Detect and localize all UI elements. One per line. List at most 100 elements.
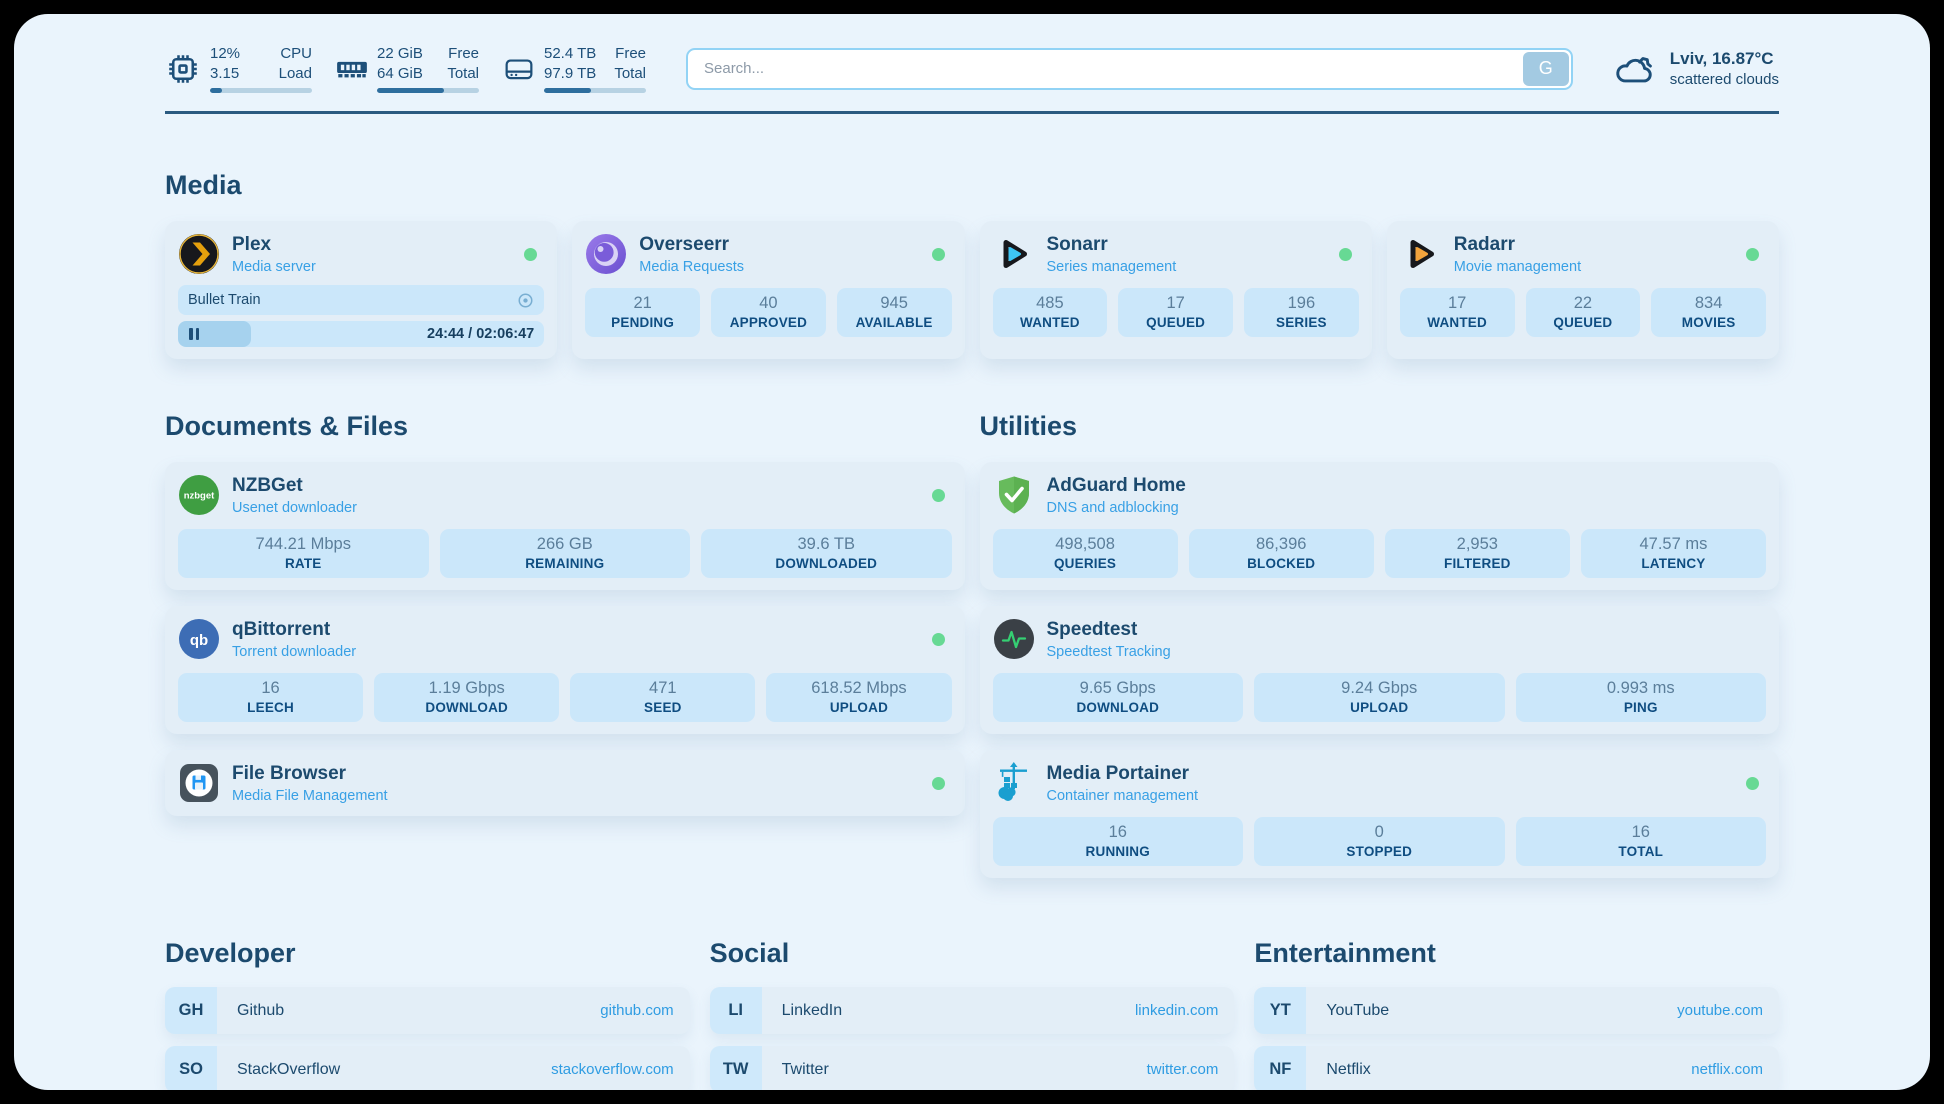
bookmark-name: Netflix [1326, 1061, 1370, 1079]
service-card-plex[interactable]: Plex Media server Bullet Train [165, 221, 557, 359]
bookmark-url: github.com [600, 1002, 673, 1019]
disk-monitor: 52.4 TB 97.9 TB Free Total [503, 44, 646, 93]
stat-series: 196 SERIES [1244, 288, 1359, 337]
status-dot [524, 248, 537, 261]
header-divider [165, 111, 1779, 114]
playback-progress-bar: 24:44 / 02:06:47 [178, 321, 544, 347]
bookmark-abbr: SO [165, 1046, 217, 1090]
search-input[interactable] [686, 48, 1573, 90]
service-card-filebrowser[interactable]: File Browser Media File Management [165, 750, 965, 816]
service-card-portainer[interactable]: Media Portainer Container management 16 … [980, 750, 1780, 878]
section-title-entertainment: Entertainment [1254, 938, 1779, 969]
cpu-load-label: Load [279, 64, 312, 84]
bookmark-stackoverflow[interactable]: SO StackOverflow stackoverflow.com [165, 1046, 690, 1090]
playback-time: 24:44 / 02:06:47 [427, 326, 544, 342]
stat-stopped: 0 STOPPED [1254, 817, 1505, 866]
stat-rate: 744.21 Mbps RATE [178, 529, 429, 578]
bookmark-youtube[interactable]: YT YouTube youtube.com [1254, 987, 1779, 1034]
disk-icon [503, 56, 535, 82]
bookmark-abbr: NF [1254, 1046, 1306, 1090]
service-title: Radarr [1454, 234, 1581, 256]
stat-download: 1.19 Gbps DOWNLOAD [374, 673, 559, 722]
section-title-utilities: Utilities [980, 411, 1780, 442]
cloud-icon [1613, 50, 1657, 88]
stat-leech: 16 LEECH [178, 673, 363, 722]
service-card-speedtest[interactable]: Speedtest Speedtest Tracking 9.65 Gbps D… [980, 606, 1780, 734]
weather-widget: Lviv, 16.87°C scattered clouds [1613, 49, 1779, 88]
search-bar: G [686, 48, 1573, 90]
service-card-overseerr[interactable]: Overseerr Media Requests 21 PENDING 40 A… [572, 221, 964, 359]
bookmark-name: Github [237, 1002, 284, 1020]
svg-text:nzbget: nzbget [184, 491, 215, 502]
bookmark-name: YouTube [1326, 1002, 1389, 1020]
stat-download: 9.65 Gbps DOWNLOAD [993, 673, 1244, 722]
service-subtitle: Media File Management [232, 788, 388, 804]
stat-upload: 9.24 Gbps UPLOAD [1254, 673, 1505, 722]
memory-free-label: Free [447, 44, 479, 64]
portainer-icon [993, 762, 1035, 804]
service-subtitle: Media server [232, 259, 316, 275]
service-card-qbittorrent[interactable]: qb qBittorrent Torrent downloader [165, 606, 965, 734]
bookmark-url: netflix.com [1691, 1061, 1763, 1078]
adguard-icon [993, 474, 1035, 516]
memory-monitor: 22 GiB 64 GiB Free Total [336, 44, 479, 93]
sonarr-icon [993, 233, 1035, 275]
bookmark-abbr: LI [710, 987, 762, 1034]
stat-wanted: 17 WANTED [1400, 288, 1515, 337]
stat-wanted: 485 WANTED [993, 288, 1108, 337]
service-title: NZBGet [232, 475, 357, 497]
service-title: Media Portainer [1047, 763, 1199, 785]
service-title: AdGuard Home [1047, 475, 1186, 497]
nzbget-icon: nzbget [178, 474, 220, 516]
resource-monitors: 12% 3.15 CPU Load [165, 44, 646, 93]
service-subtitle: DNS and adblocking [1047, 500, 1186, 516]
status-dot [932, 633, 945, 646]
stat-blocked: 86,396 BLOCKED [1189, 529, 1374, 578]
bookmark-netflix[interactable]: NF Netflix netflix.com [1254, 1046, 1779, 1090]
bookmark-url: stackoverflow.com [551, 1061, 674, 1078]
disk-total-value: 97.9 TB [544, 64, 596, 84]
status-dot [932, 489, 945, 502]
stat-movies: 834 MOVIES [1651, 288, 1766, 337]
bookmark-name: LinkedIn [782, 1002, 843, 1020]
service-title: qBittorrent [232, 619, 356, 641]
service-card-sonarr[interactable]: Sonarr Series management 485 WANTED 17 Q… [980, 221, 1372, 359]
bookmark-linkedin[interactable]: LI LinkedIn linkedin.com [710, 987, 1235, 1034]
stat-latency: 47.57 ms LATENCY [1581, 529, 1766, 578]
stat-available: 945 AVAILABLE [837, 288, 952, 337]
status-dot [1746, 248, 1759, 261]
service-card-radarr[interactable]: Radarr Movie management 17 WANTED 22 QUE… [1387, 221, 1779, 359]
now-playing-row: Bullet Train [178, 285, 544, 315]
radarr-icon [1400, 233, 1442, 275]
memory-progress-bar [377, 88, 479, 93]
status-dot [1339, 248, 1352, 261]
bookmark-twitter[interactable]: TW Twitter twitter.com [710, 1046, 1235, 1090]
top-bar: 12% 3.15 CPU Load [165, 14, 1779, 93]
bookmark-github[interactable]: GH Github github.com [165, 987, 690, 1034]
bookmark-abbr: TW [710, 1046, 762, 1090]
service-title: File Browser [232, 763, 388, 785]
service-title: Plex [232, 234, 316, 256]
service-subtitle: Movie management [1454, 259, 1581, 275]
service-card-nzbget[interactable]: nzbget NZBGet Usenet downloader 74 [165, 462, 965, 590]
service-title: Speedtest [1047, 619, 1171, 641]
bookmark-abbr: GH [165, 987, 217, 1034]
stat-queries: 498,508 QUERIES [993, 529, 1178, 578]
now-playing-title: Bullet Train [188, 292, 261, 308]
svg-text:qb: qb [190, 632, 208, 649]
service-card-adguard[interactable]: AdGuard Home DNS and adblocking 498,508 … [980, 462, 1780, 590]
ram-icon [336, 58, 368, 80]
disk-total-label: Total [614, 64, 646, 84]
overseerr-icon [585, 233, 627, 275]
stat-filtered: 2,953 FILTERED [1385, 529, 1570, 578]
plex-icon [178, 233, 220, 275]
disk-progress-bar [544, 88, 646, 93]
speedtest-icon [993, 618, 1035, 660]
service-subtitle: Series management [1047, 259, 1177, 275]
disk-free-value: 52.4 TB [544, 44, 596, 64]
stream-icon [517, 292, 534, 309]
search-engine-button[interactable]: G [1523, 52, 1569, 86]
weather-location-temp: Lviv, 16.87°C [1670, 49, 1779, 69]
section-title-developer: Developer [165, 938, 690, 969]
status-dot [932, 248, 945, 261]
